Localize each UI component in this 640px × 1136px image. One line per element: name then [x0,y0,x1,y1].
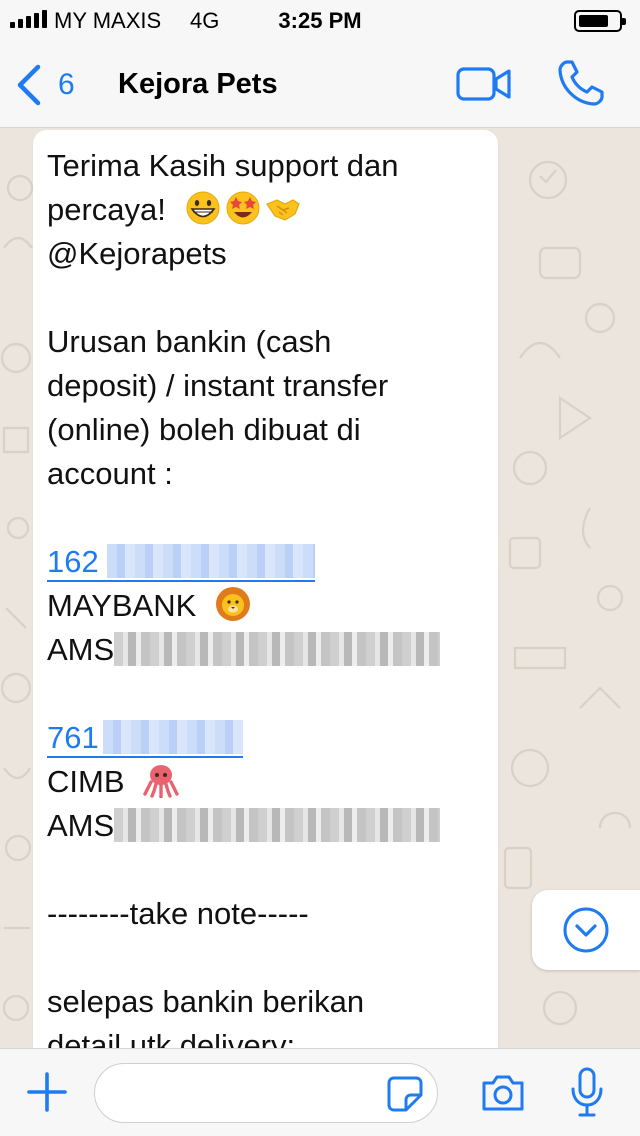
back-button[interactable]: 6 [14,60,75,110]
message-text: Terima Kasih support dan percaya! @Kejor… [47,144,484,1048]
message-spacer [47,496,484,540]
unread-count: 6 [58,68,75,101]
account-number-prefix: 162 [47,544,99,579]
message-line: Urusan bankin (cash [47,324,332,359]
account-number-link[interactable]: 761 [47,720,243,758]
sticker-icon[interactable] [386,1075,424,1113]
message-line: MAYBANK [47,584,484,628]
message-line: percaya! [47,188,484,232]
star-struck-icon [226,191,260,225]
message-spacer [47,672,484,716]
redacted-account-number [106,544,315,578]
handshake-icon [265,199,300,221]
redacted-account-name [114,808,441,842]
plus-icon[interactable] [26,1071,68,1113]
message-spacer [47,276,484,320]
status-bar: MY MAXIS 4G 3:25 PM [0,0,640,40]
message-line: AMS [47,804,484,848]
message-line: (online) boleh dibuat di [47,412,361,447]
scroll-to-bottom-button[interactable] [532,890,640,970]
message-line: account : [47,456,173,491]
message-line: deposit) / instant transfer [47,368,389,403]
account-name-prefix: AMS [47,808,115,843]
battery-icon [574,10,626,32]
account-number-link[interactable]: 162 [47,544,315,582]
redacted-account-name [114,632,441,666]
message-spacer [47,848,484,892]
message-line: AMS [47,628,484,672]
chat-title[interactable]: Kejora Pets [118,68,278,101]
bank-name: MAYBANK [47,588,197,623]
camera-icon[interactable] [480,1073,526,1113]
account-number-prefix: 761 [47,720,99,755]
message-line: 761 [47,716,484,760]
message-line: @Kejorapets [47,236,227,271]
status-time: 3:25 PM [278,8,362,33]
message-line: --------take note----- [47,896,309,931]
lion-face-icon [215,587,250,621]
battery-level [579,15,608,27]
message-line-text: percaya! [47,192,166,227]
octopus-icon [143,765,179,798]
chat-header: 6 Kejora Pets [0,40,640,128]
redacted-account-number [102,720,243,754]
message-line: Terima Kasih support dan [47,148,399,183]
message-spacer [47,936,484,980]
microphone-icon[interactable] [570,1067,604,1119]
bank-name: CIMB [47,764,125,799]
message-line: selepas bankin berikan [47,984,365,1019]
account-name-prefix: AMS [47,632,115,667]
message-input-bar [0,1048,640,1136]
message-bubble[interactable]: Terima Kasih support dan percaya! @Kejor… [33,130,498,1048]
chat-area[interactable]: Terima Kasih support dan percaya! @Kejor… [0,128,640,1048]
phone-icon[interactable] [556,58,606,108]
video-camera-icon[interactable] [456,64,512,104]
grinning-face-icon [186,191,220,225]
message-line: CIMB [47,760,484,804]
chevron-down-circle-icon [563,907,609,953]
chevron-left-icon [17,64,41,106]
message-line: 162 [47,540,484,584]
message-line: detail utk delivery: [47,1028,296,1048]
